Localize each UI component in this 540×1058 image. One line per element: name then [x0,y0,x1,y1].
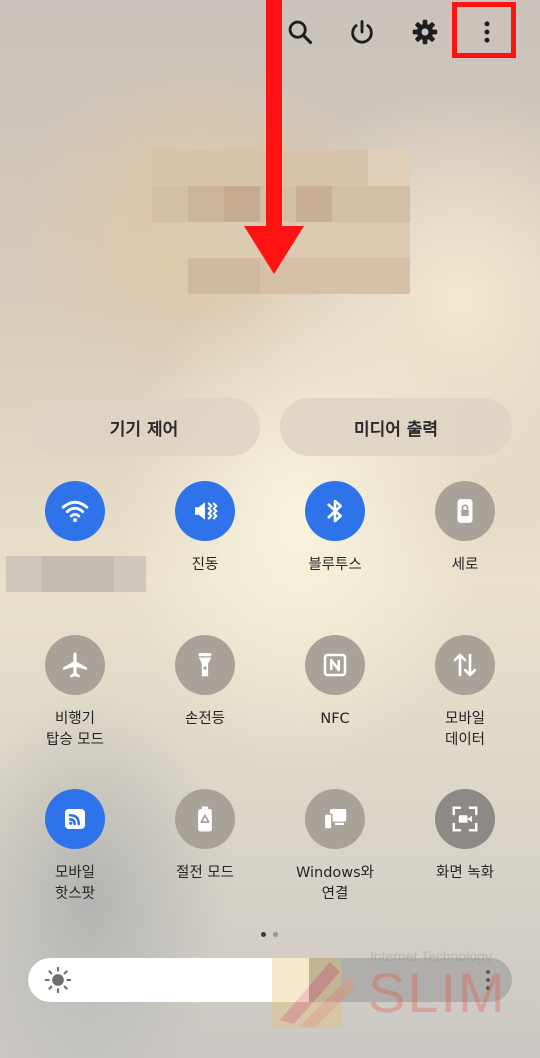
tile-airplane[interactable]: 비행기 탑승 모드 [10,635,140,751]
tile-bluetooth[interactable]: 블루투스 [270,481,400,576]
search-icon[interactable] [280,12,320,52]
device-control-button[interactable]: 기기 제어 [28,398,260,456]
portrait-lock-icon [435,481,495,541]
link-to-windows-icon [305,789,365,849]
tile-label: 화면 녹화 [436,865,494,881]
tile-wifi[interactable] [10,481,140,555]
settings-icon[interactable] [405,12,445,52]
tile-label: NFC [320,711,350,727]
sun-icon [44,966,72,994]
tile-label: 모바일 핫스팟 [54,865,96,902]
tile-link-to-windows[interactable]: Windows와 연결 [270,789,400,905]
watermark-logo-icon [272,958,356,1028]
tile-nfc[interactable]: NFC [270,635,400,730]
tile-label: 블루투스 [308,557,362,573]
page-dot-active [261,932,266,937]
hotspot-icon [45,789,105,849]
tile-label: 진동 [191,557,219,573]
media-output-button[interactable]: 미디어 출력 [280,398,512,456]
power-icon[interactable] [342,12,382,52]
nfc-icon [305,635,365,695]
annotation-highlight-box [452,2,516,58]
power-saving-icon [175,789,235,849]
tile-mobile-data[interactable]: 모바일 데이터 [400,635,530,751]
tile-label: 비행기 탑승 모드 [46,711,104,748]
page-dot [273,932,278,937]
flashlight-icon [175,635,235,695]
tile-label: 모바일 데이터 [444,711,486,748]
bluetooth-icon [305,481,365,541]
tile-label: 세로 [451,557,479,573]
tile-vibrate[interactable]: 진동 [140,481,270,576]
tile-flashlight[interactable]: 손전등 [140,635,270,730]
airplane-icon [45,635,105,695]
tile-power-saving[interactable]: 절전 모드 [140,789,270,884]
watermark-brand: SLIM [368,961,507,1024]
mobile-data-icon [435,635,495,695]
tile-portrait-lock[interactable]: 세로 [400,481,530,576]
tile-screen-recorder[interactable]: 화면 녹화 [400,789,530,884]
tile-label: 절전 모드 [176,865,234,881]
tile-label: 손전등 [184,711,226,727]
watermark: Internet Technology SLIM [270,942,524,1032]
screen-recorder-icon [435,789,495,849]
vibrate-icon [175,481,235,541]
tile-hotspot[interactable]: 모바일 핫스팟 [10,789,140,905]
wifi-icon [45,481,105,541]
tile-label: Windows와 연결 [295,865,375,902]
